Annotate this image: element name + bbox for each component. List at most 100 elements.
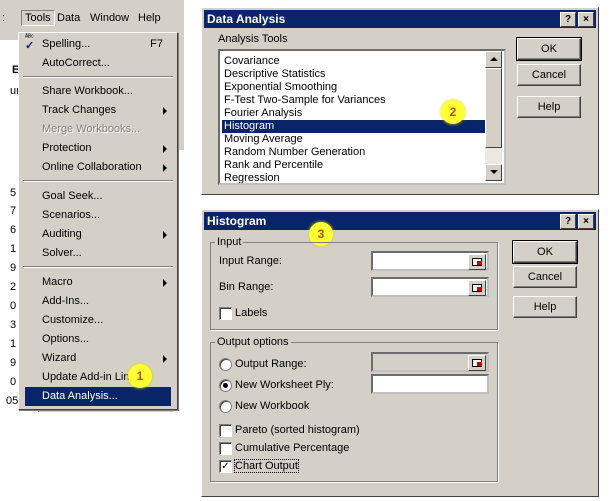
list-item[interactable]: Fourier Analysis [222,107,302,120]
menu-item-merge-workbooks: Merge Workbooks... [42,123,141,135]
list-item[interactable]: Covariance [222,55,280,68]
list-item[interactable]: Descriptive Statistics [222,68,325,81]
new-worksheet-ply-label: New Worksheet Ply: [235,379,334,391]
excel-window-fragment: : Tools Data Window Help E ur 5 7 6 1 9 … [0,0,184,412]
cell-fragment: 2 [10,281,17,293]
pareto-label: Pareto (sorted histogram) [235,424,360,436]
list-item[interactable]: Moving Average [222,133,303,146]
collapse-dialog-icon[interactable] [468,355,486,371]
help-icon[interactable]: ? [560,214,576,229]
step-badge-2: 2 [441,100,465,124]
new-worksheet-ply-radio[interactable] [219,379,232,392]
menu-item-spelling[interactable]: ᴬᴮᶜ ✓ Spelling... F7 [25,34,171,54]
menu-item-wizard[interactable]: Wizard [25,349,171,368]
menu-partial[interactable]: : [2,12,5,24]
output-range-field[interactable] [371,352,489,372]
spelling-check-icon: ᴬᴮᶜ ✓ [25,34,35,52]
menu-window[interactable]: Window [90,12,129,24]
new-workbook-radio[interactable] [219,400,232,413]
cell-fragment: 05 [6,395,19,407]
analysis-tools-label: Analysis Tools [218,33,288,45]
scroll-down-button[interactable] [485,164,502,181]
output-range-radio[interactable] [219,358,232,371]
input-range-field[interactable] [371,251,489,271]
list-item[interactable]: F-Test Two-Sample for Variances [222,94,386,107]
close-icon[interactable]: × [578,12,594,27]
new-workbook-label: New Workbook [235,400,310,412]
menu-separator [23,266,173,268]
output-range-label: Output Range: [235,358,307,370]
menu-item-share-workbook[interactable]: Share Workbook... [25,82,171,101]
menu-item-protection[interactable]: Protection [25,139,171,158]
menu-item-data-analysis[interactable]: Data Analysis... [25,387,171,406]
chart-output-checkbox[interactable]: ✓ [219,460,232,473]
step-badge-1: 1 [128,364,152,388]
pareto-checkbox[interactable] [219,424,232,437]
output-options-group: Output options Output Range: New Workshe… [210,336,498,482]
help-button[interactable]: Help [517,96,581,118]
menu-item-options[interactable]: Options... [25,330,171,349]
menu-item-track-changes[interactable]: Track Changes [25,101,171,120]
scroll-up-button[interactable] [485,51,502,68]
bin-range-label: Bin Range: [219,281,274,293]
menu-help[interactable]: Help [138,12,161,24]
cancel-button[interactable]: Cancel [513,266,577,288]
list-item[interactable]: Random Number Generation [222,146,365,159]
menu-item-macro[interactable]: Macro [25,273,171,292]
menu-item-online-collaboration[interactable]: Online Collaboration [25,158,171,177]
cell-fragment: 3 [10,319,17,331]
ok-button[interactable]: OK [512,240,578,264]
list-item[interactable]: Regression [222,172,280,183]
menu-item-autocorrect[interactable]: AutoCorrect... [25,54,171,73]
submenu-arrow-icon [163,164,167,172]
menu-item-goal-seek[interactable]: Goal Seek... [25,187,171,206]
cancel-button[interactable]: Cancel [517,64,581,86]
list-scrollbar[interactable] [485,51,502,181]
cell-fragment: 0 [10,376,17,388]
menu-item-scenarios[interactable]: Scenarios... [25,206,171,225]
submenu-arrow-icon [163,279,167,287]
cell-fragment: 0 [10,300,17,312]
menu-item-auditing[interactable]: Auditing [25,225,171,244]
list-item[interactable]: Exponential Smoothing [222,81,337,94]
cumulative-percentage-checkbox[interactable] [219,442,232,455]
dialog-title: Histogram [207,214,267,228]
arrow-up-icon [490,57,498,61]
menu-item-solver[interactable]: Solver... [25,244,171,263]
cumulative-percentage-label: Cumulative Percentage [235,442,350,454]
help-button[interactable]: Help [513,296,577,318]
output-options-label: Output options [215,336,291,348]
bin-range-field[interactable] [371,277,489,297]
input-group-label: Input [215,236,244,248]
labels-checkbox-label: Labels [235,307,268,319]
cell-fragment: 1 [10,338,17,350]
menu-data[interactable]: Data [57,12,80,24]
input-range-label: Input Range: [219,255,282,267]
labels-checkbox[interactable] [219,307,232,320]
cell-fragment: 6 [10,224,17,236]
menu-item-customize[interactable]: Customize... [25,311,171,330]
menu-separator [23,76,173,78]
scroll-thumb[interactable] [485,68,502,148]
input-group: Input Input Range: Bin Range: Labels [210,236,498,330]
menu-item-add-ins[interactable]: Add-Ins... [25,292,171,311]
cell-fragment: 9 [10,262,17,274]
menu-tools[interactable]: Tools [21,10,55,26]
chart-output-label: Chart Output [234,459,299,473]
collapse-dialog-icon[interactable] [468,254,486,270]
dialog-titlebar: Data Analysis ? × [204,10,596,28]
submenu-arrow-icon [163,145,167,153]
new-worksheet-ply-field[interactable] [371,374,489,394]
help-icon[interactable]: ? [560,12,576,27]
cell-fragment: 5 [10,187,17,199]
dialog-titlebar: Histogram ? × [204,212,596,230]
submenu-arrow-icon [163,231,167,239]
tools-menu: ᴬᴮᶜ ✓ Spelling... F7 AutoCorrect... Share… [18,32,178,410]
cell-fragment: 9 [10,357,17,369]
collapse-dialog-icon[interactable] [468,280,486,296]
close-icon[interactable]: × [578,214,594,229]
ok-button[interactable]: OK [516,37,582,61]
submenu-arrow-icon [163,355,167,363]
list-item[interactable]: Rank and Percentile [222,159,323,172]
menu-bar: : Tools Data Window Help [0,8,184,32]
